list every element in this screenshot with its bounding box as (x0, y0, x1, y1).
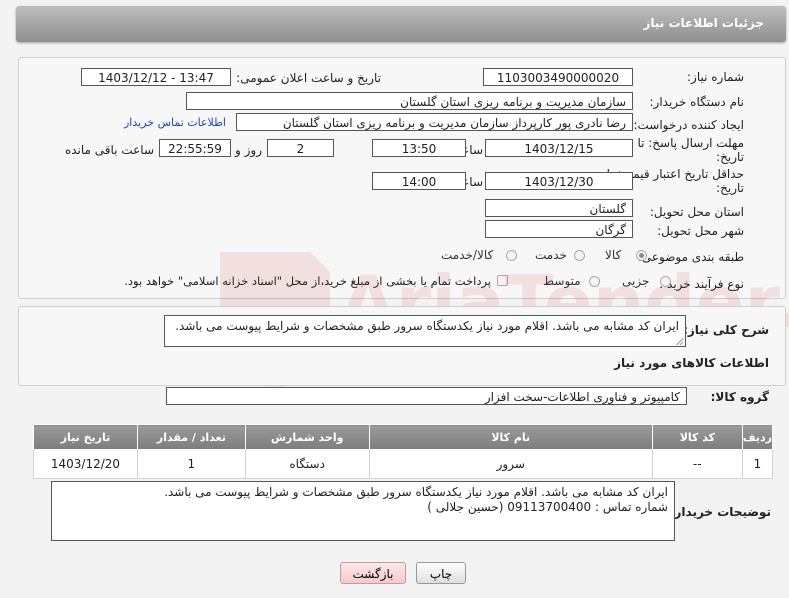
col-need-date: تاریخ نیاز (33, 424, 138, 450)
announce-label: تاریخ و ساعت اعلان عمومی: (236, 71, 381, 85)
purchase-medium-label: متوسط (543, 274, 581, 288)
need-number-field: 1103003490000020 (483, 68, 633, 86)
remaining-label: ساعت باقی مانده (64, 143, 154, 157)
cell-quantity: 1 (136, 449, 246, 479)
description-textarea[interactable]: ایران کد مشابه می باشد. اقلام مورد نیاز … (164, 315, 686, 347)
need-number-label: شماره نیاز: (687, 70, 744, 84)
col-item-name: نام کالا (368, 424, 653, 450)
cell-item-name: سرور (368, 449, 653, 479)
creator-label: ایجاد کننده درخواست: (633, 118, 744, 132)
category-label: طبقه بندی موضوعی: (637, 250, 744, 264)
category-both-radio[interactable] (506, 250, 517, 261)
announce-field: 1403/12/12 - 13:47 (81, 68, 231, 86)
table-row: 1 -- سرور دستگاه 1 1403/12/20 (33, 449, 774, 479)
days-label: روز و (235, 143, 262, 157)
goods-group-field: کامپیوتر و فناوری اطلاعات-سخت افزار (166, 387, 687, 405)
page-header: جزئیات اطلاعات نیاز (16, 6, 786, 42)
category-service-radio[interactable] (574, 250, 585, 261)
back-button[interactable]: بازگشت (340, 562, 406, 584)
province-label: استان محل تحویل: (649, 205, 744, 219)
city-field: گرگان (485, 220, 633, 238)
category-goods-radio[interactable] (636, 250, 647, 261)
reply-deadline-label: مهلت ارسال پاسخ: تا (637, 136, 744, 150)
validity-date-field: 1403/12/30 (485, 172, 633, 190)
description-label: شرح کلی نیاز: (683, 323, 769, 337)
category-service-label: خدمت (535, 248, 567, 262)
buyer-field: سازمان مدیریت و برنامه ریزی استان گلستان (186, 92, 633, 110)
validity-time-field: 14:00 (372, 172, 466, 190)
purchase-minor-radio[interactable] (660, 276, 671, 287)
creator-field: رضا نادری پور کارپرداز سازمان مدیریت و ب… (236, 113, 633, 131)
treasury-payment-checkbox[interactable] (497, 275, 508, 286)
purchase-medium-radio[interactable] (589, 276, 600, 287)
buyer-notes-line-1: ایران کد مشابه می باشد. اقلام مورد نیاز … (164, 485, 668, 499)
col-quantity: تعداد / مقدار (136, 424, 246, 450)
col-item-code: کد کالا (651, 424, 743, 450)
buyer-notes-line-2: شماره تماس : 09113700400 (حسین جلالی ) (427, 500, 668, 514)
province-field: گلستان (485, 199, 633, 217)
table-header-row: ردیف کد کالا نام کالا واحد شمارش تعداد /… (33, 424, 774, 450)
remaining-time-field: 22:55:59 (159, 139, 231, 157)
cell-row-number: 1 (741, 449, 774, 479)
cell-unit: دستگاه (244, 449, 370, 479)
treasury-payment-note: پرداخت تمام یا بخشی از مبلغ خرید،از محل … (124, 274, 491, 288)
buyer-contact-link[interactable]: اطلاعات تماس خریدار (124, 116, 226, 129)
category-both-label: کالا/خدمت (441, 248, 494, 262)
goods-section-title: اطلاعات کالاهای مورد نیاز (614, 356, 769, 370)
buyer-notes-textarea[interactable]: ایران کد مشابه می باشد. اقلام مورد نیاز … (51, 481, 675, 541)
description-resize-handle[interactable] (676, 338, 683, 345)
page-title: جزئیات اطلاعات نیاز (643, 16, 764, 30)
purchase-minor-label: جزیی (622, 274, 650, 288)
cell-need-date: 1403/12/20 (33, 449, 138, 479)
purchase-type-label: نوع فرآیند خرید : (659, 277, 744, 291)
items-table: ردیف کد کالا نام کالا واحد شمارش تعداد /… (33, 424, 774, 479)
buyer-label: نام دستگاه خریدار: (649, 95, 745, 109)
reply-deadline-label-2: تاریخ: (716, 150, 744, 164)
goods-group-label: گروه کالا: (710, 390, 769, 404)
print-button[interactable]: چاپ (416, 562, 466, 584)
cell-item-code: -- (651, 449, 743, 479)
category-goods-label: کالا (605, 248, 622, 262)
price-validity-label-2: تاریخ: (716, 181, 744, 195)
buyer-notes-label: توضیحات خریدار: (669, 505, 771, 519)
reply-date-field: 1403/12/15 (485, 139, 633, 157)
col-unit: واحد شمارش (244, 424, 370, 450)
col-row-number: ردیف (741, 424, 774, 450)
city-label: شهر محل تحویل: (657, 224, 744, 238)
days-remaining-field: 2 (267, 139, 334, 157)
reply-time-field: 13:50 (372, 139, 466, 157)
